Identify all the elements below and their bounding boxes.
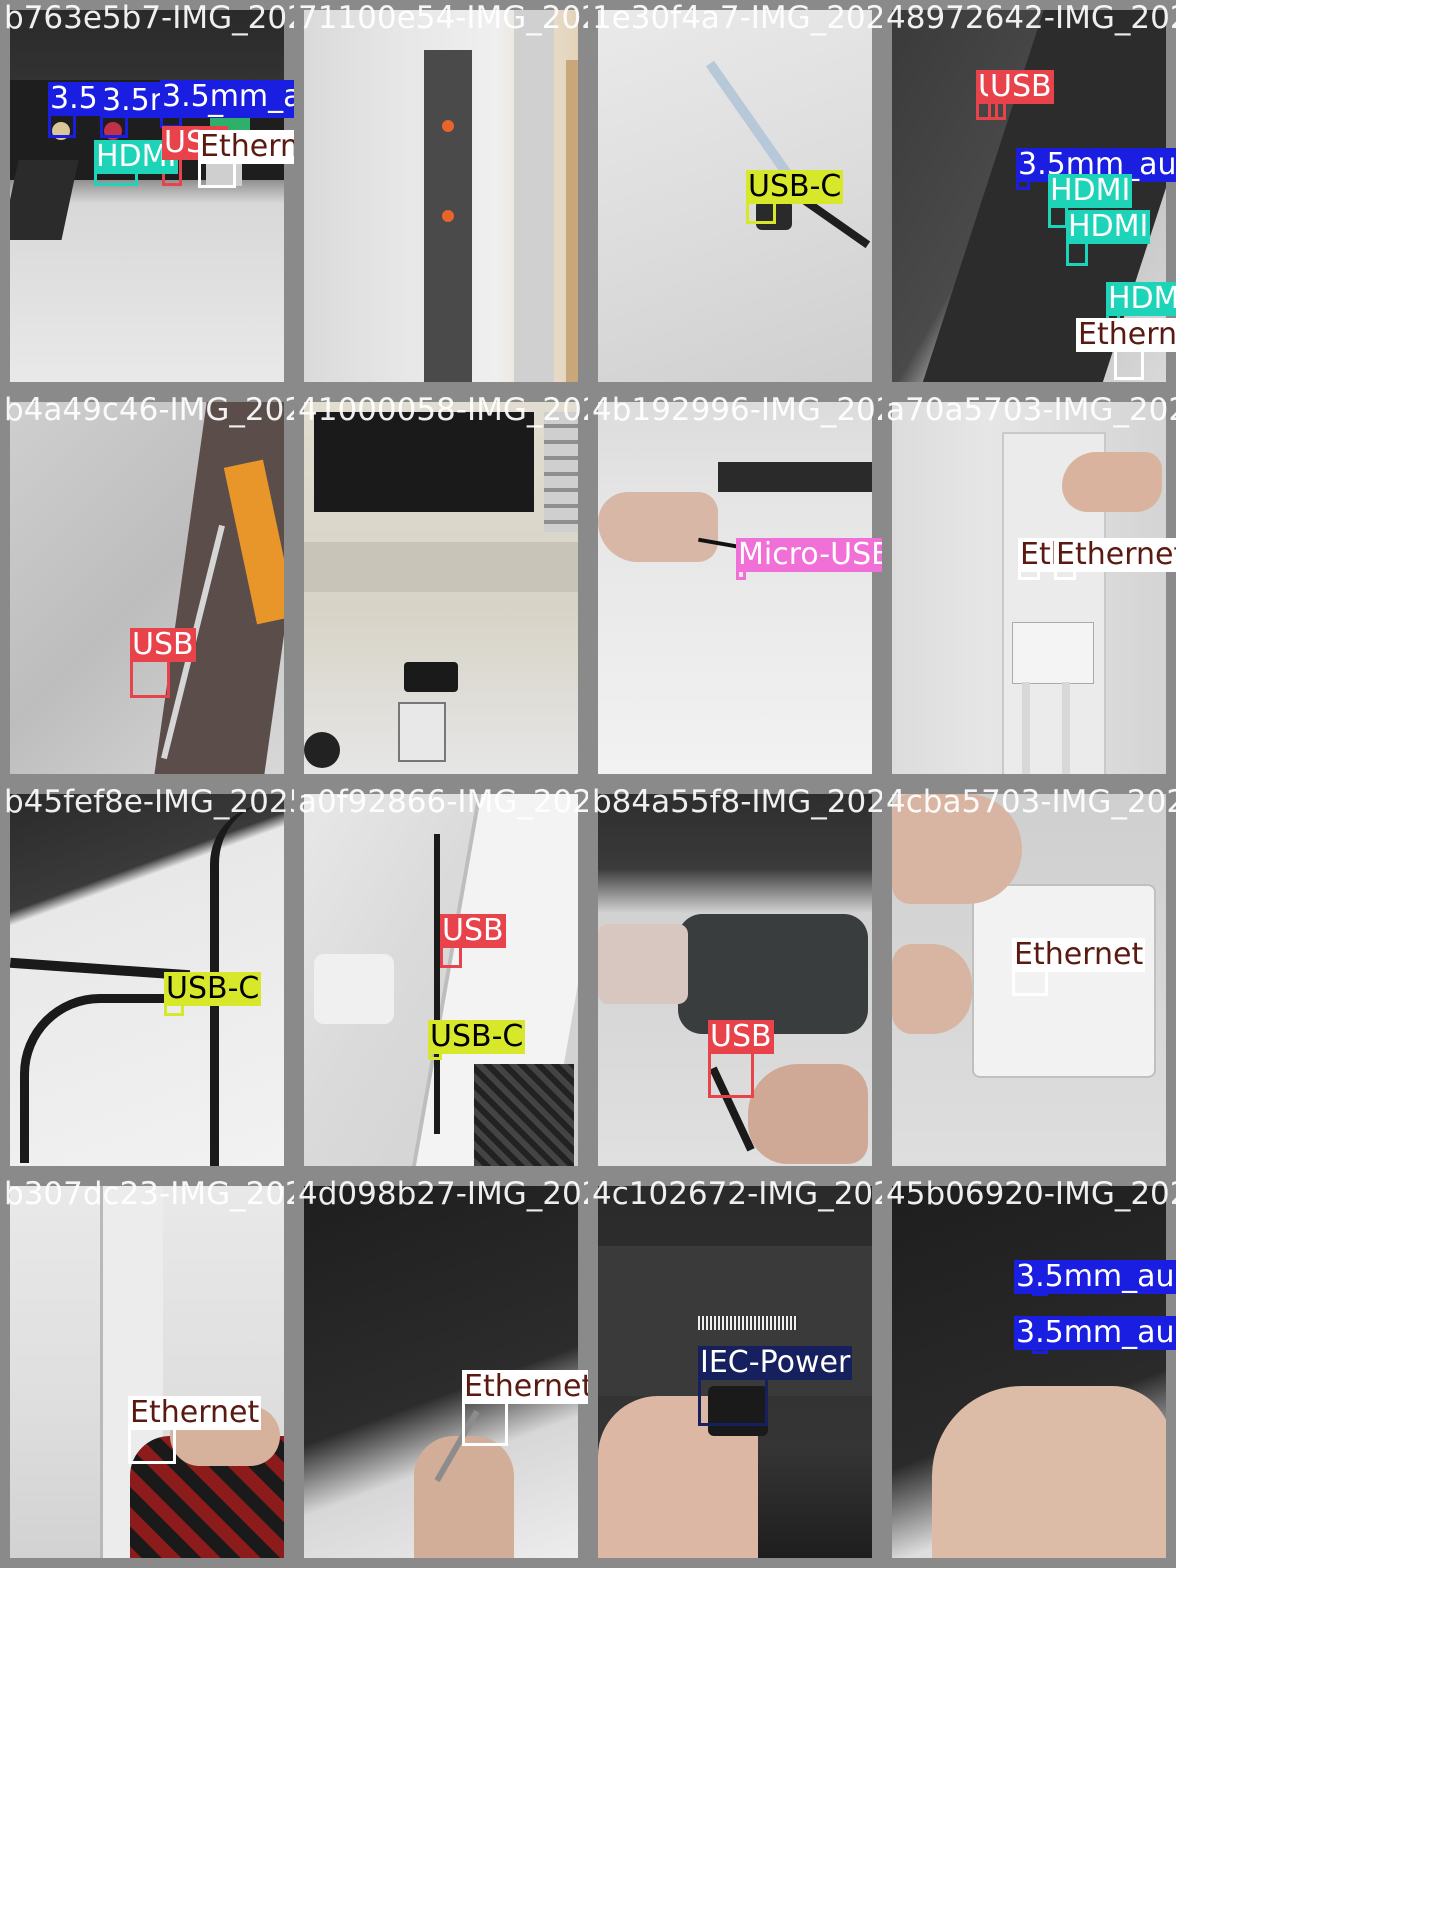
image-tile: a70a5703-IMG_20250514_092703.jpg Etherne… bbox=[882, 392, 1176, 784]
label-ethernet: Ethernet bbox=[198, 130, 294, 164]
label-3.5mm-audio: 3.5mm_audio bbox=[1014, 1260, 1176, 1294]
image-filename: 4b192996-IMG_20250514_092688.jpg bbox=[592, 392, 882, 428]
photo bbox=[10, 402, 284, 774]
image-tile: b45fef8e-IMG_20250514_092688.jpg USB-C bbox=[0, 784, 294, 1176]
photo bbox=[598, 794, 872, 1166]
label-3.5mm-audio: 3.5mm_audio bbox=[160, 80, 294, 114]
image-filename: 4c102672-IMG_20250514_092688.jpg bbox=[592, 1176, 882, 1212]
image-tile: 4c102672-IMG_20250514_092688.jpg IEC-Pow… bbox=[588, 1176, 882, 1568]
image-tile: 71100e54-IMG_20250514_100420.jpg bbox=[294, 0, 588, 392]
image-tile: a0f92866-IMG_20250514_092688.jpg USB USB… bbox=[294, 784, 588, 1176]
photo bbox=[304, 794, 578, 1166]
detection-mosaic: b763e5b7-IMG_20250514_160257.jpg 3.5mm_a… bbox=[0, 0, 1440, 1920]
image-filename: 45b06920-IMG_20250514_092688.jpg bbox=[886, 1176, 1176, 1212]
image-filename: b307dc23-IMG_20250514_092688.jpg bbox=[4, 1176, 294, 1212]
image-filename: 4cba5703-IMG_20250514_092703.jpg bbox=[886, 784, 1176, 820]
photo bbox=[892, 1186, 1166, 1558]
label-hdmi: HDMI bbox=[1048, 173, 1133, 208]
label-usb: USB bbox=[708, 1019, 774, 1054]
image-filename: a0f92866-IMG_20250514_092688.jpg bbox=[298, 784, 588, 820]
label-ethernet: Ethernet bbox=[462, 1370, 588, 1404]
label-iec-power: IEC-Power bbox=[698, 1345, 853, 1380]
image-filename: a70a5703-IMG_20250514_092703.jpg bbox=[886, 392, 1176, 428]
photo bbox=[10, 10, 284, 382]
label-usb-c: USB-C bbox=[746, 169, 844, 204]
image-tile: b763e5b7-IMG_20250514_160257.jpg 3.5mm_a… bbox=[0, 0, 294, 392]
image-filename: b84a55f8-IMG_20250514_092688.jpg bbox=[592, 784, 882, 820]
label-usb: USB bbox=[440, 913, 506, 948]
photo bbox=[304, 402, 578, 774]
label-usb-c: USB-C bbox=[164, 971, 262, 1006]
label-hdmi: HDMI bbox=[1106, 282, 1176, 316]
image-tile: b84a55f8-IMG_20250514_092688.jpg USB bbox=[588, 784, 882, 1176]
image-tile: 1e30f4a7-IMG_20250514_100420.jpg USB-C bbox=[588, 0, 882, 392]
image-tile: 41000058-IMG_20250514_092688.jpg bbox=[294, 392, 588, 784]
label-usb: USB bbox=[130, 627, 196, 662]
image-filename: 41000058-IMG_20250514_092688.jpg bbox=[298, 392, 588, 428]
image-tile: 4b192996-IMG_20250514_092688.jpg Micro-U… bbox=[588, 392, 882, 784]
label-ethernet: Ethernet bbox=[1076, 318, 1176, 352]
label-ethernet: Ethernet bbox=[1018, 538, 1056, 572]
photo bbox=[598, 402, 872, 774]
image-tile: b307dc23-IMG_20250514_092688.jpg Etherne… bbox=[0, 1176, 294, 1568]
label-3.5mm-audio: 3.5mm_audio bbox=[1014, 1316, 1176, 1350]
label-hdmi: HDMI bbox=[1066, 209, 1151, 244]
image-filename: 71100e54-IMG_20250514_100420.jpg bbox=[298, 0, 588, 36]
image-filename: 4d098b27-IMG_20250514_092688.jpg bbox=[298, 1176, 588, 1212]
bbox-iec-power bbox=[698, 1374, 768, 1426]
image-tile: b4a49c46-IMG_20250514_100058.jpg USB bbox=[0, 392, 294, 784]
image-filename: b45fef8e-IMG_20250514_092688.jpg bbox=[4, 784, 294, 820]
image-tile: 4d098b27-IMG_20250514_092688.jpg Etherne… bbox=[294, 1176, 588, 1568]
photo bbox=[304, 10, 578, 382]
image-tile: 48972642-IMG_20250514_092654.jpg USB USB… bbox=[882, 0, 1176, 392]
image-filename: b4a49c46-IMG_20250514_100058.jpg bbox=[4, 392, 294, 428]
bbox-ethernet bbox=[128, 1424, 176, 1464]
image-filename: 48972642-IMG_20250514_092654.jpg bbox=[886, 0, 1176, 36]
label-ethernet: Ethernet bbox=[128, 1395, 262, 1430]
photo bbox=[892, 402, 1166, 774]
bbox-ethernet bbox=[462, 1398, 508, 1446]
label-usb-c: USB-C bbox=[428, 1019, 526, 1054]
label-ethernet: Ethernet bbox=[1054, 538, 1176, 572]
image-filename: 1e30f4a7-IMG_20250514_100420.jpg bbox=[592, 0, 882, 36]
image-filename: b763e5b7-IMG_20250514_160257.jpg bbox=[4, 0, 294, 36]
image-tile: 45b06920-IMG_20250514_092688.jpg 3.5mm_a… bbox=[882, 1176, 1176, 1568]
photo bbox=[10, 1186, 284, 1558]
label-ethernet: Ethernet bbox=[1012, 937, 1146, 972]
label-micro-usb: Micro-USB bbox=[736, 538, 882, 572]
image-tile: 4cba5703-IMG_20250514_092703.jpg Etherne… bbox=[882, 784, 1176, 1176]
label-usb: USB bbox=[988, 69, 1054, 104]
